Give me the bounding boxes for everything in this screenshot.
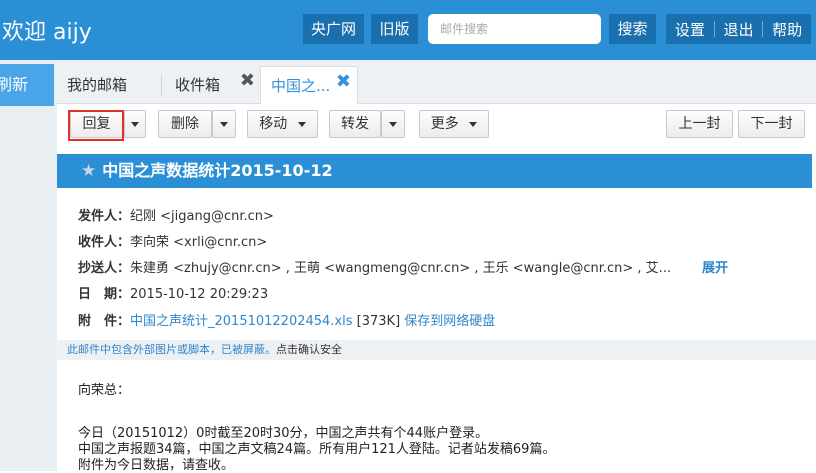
more-button[interactable]: 更多 — [419, 110, 489, 138]
mail-subject: 中国之声数据统计2015-10-12 — [102, 161, 333, 180]
prev-mail-button[interactable]: 上一封 — [666, 110, 733, 138]
to-row: 收件人：李向荣 <xrli@cnr.cn> — [78, 231, 267, 250]
tab-label: 我的邮箱 — [67, 76, 128, 94]
from-row: 发件人：纪刚 <jigang@cnr.cn> — [78, 205, 274, 224]
cc-label: 抄送人： — [78, 261, 131, 276]
tab-bar: 我的邮箱 收件箱 ✖ 中国之... ✖ — [57, 60, 816, 104]
forward-button[interactable]: 转发 — [329, 110, 381, 138]
chevron-down-icon — [469, 121, 478, 127]
cc-row: 抄送人：朱建勇 <zhujy@cnr.cn> , 王萌 <wangmeng@cn… — [78, 257, 671, 276]
more-label: 更多 — [430, 116, 459, 132]
divider — [161, 74, 162, 96]
to-value: 李向荣 <xrli@cnr.cn> — [130, 235, 268, 250]
attachment-row: 附 件：中国之声统计_20151012202454.xls [373K] 保存到… — [78, 310, 495, 329]
date-value: 2015-10-12 20:29:23 — [130, 287, 269, 302]
cc-value: 朱建勇 <zhujy@cnr.cn> , 王萌 <wangmeng@cnr.cn… — [130, 261, 672, 276]
save-to-disk-link[interactable]: 保存到网络硬盘 — [404, 314, 495, 329]
welcome-text: 欢迎 aijy — [2, 20, 92, 45]
delete-dropdown[interactable] — [212, 110, 236, 138]
top-header: 欢迎 aijy 央广网 旧版 搜索 设置 退出 帮助 — [0, 0, 816, 60]
blocked-content-notice: 此邮件中包含外部图片或脚本，已被屏蔽。点击确认安全 — [57, 340, 816, 360]
close-icon[interactable]: ✖ — [336, 63, 351, 101]
tab-label: 收件箱 — [175, 76, 221, 94]
mail-subject-bar: ★ 中国之声数据统计2015-10-12 — [57, 154, 812, 188]
close-icon[interactable]: ✖ — [240, 62, 255, 100]
to-label: 收件人： — [78, 235, 131, 250]
chevron-down-icon — [389, 121, 397, 127]
notice-text: 此邮件中包含外部图片或脚本，已被屏蔽。 — [67, 343, 276, 356]
date-row: 日 期：2015-10-12 20:29:23 — [78, 283, 268, 302]
move-label: 移动 — [259, 116, 288, 132]
reply-dropdown[interactable] — [124, 110, 146, 138]
left-sidebar — [0, 60, 57, 471]
reply-highlight-box — [68, 110, 124, 141]
star-icon[interactable]: ★ — [81, 161, 96, 181]
chevron-down-icon — [297, 121, 306, 127]
mail-toolbar: 回复 删除 移动 转发 更多 上一封 下一封 — [57, 104, 816, 148]
move-button[interactable]: 移动 — [247, 110, 318, 138]
tab-inbox[interactable]: 收件箱 ✖ — [165, 66, 261, 104]
date-label: 日 期： — [78, 287, 131, 302]
mail-search-input[interactable] — [428, 14, 601, 44]
refresh-button[interactable]: 刷新 — [0, 64, 54, 106]
tab-my-mailbox[interactable]: 我的邮箱 — [57, 66, 161, 104]
help-button[interactable]: 帮助 — [763, 19, 811, 40]
chevron-down-icon — [131, 121, 139, 127]
from-value: 纪刚 <jigang@cnr.cn> — [130, 209, 274, 224]
delete-button[interactable]: 删除 — [158, 110, 212, 138]
attachment-label: 附 件： — [78, 314, 131, 329]
search-button[interactable]: 搜索 — [609, 14, 656, 44]
confirm-safe-link[interactable]: 点击确认安全 — [276, 343, 342, 356]
logout-button[interactable]: 退出 — [715, 19, 763, 40]
forward-dropdown[interactable] — [381, 110, 405, 138]
settings-button[interactable]: 设置 — [666, 19, 714, 40]
from-label: 发件人： — [78, 209, 131, 224]
mail-greeting: 向荣总： — [78, 383, 131, 398]
attachment-size: [373K] — [356, 314, 401, 329]
cnr-button[interactable]: 央广网 — [303, 14, 364, 44]
chevron-down-icon — [220, 121, 228, 127]
header-actions: 设置 退出 帮助 — [666, 14, 811, 44]
tab-current-mail[interactable]: 中国之... ✖ — [260, 66, 358, 104]
attachment-link[interactable]: 中国之声统计_20151012202454.xls — [130, 314, 353, 329]
next-mail-button[interactable]: 下一封 — [738, 110, 805, 138]
tab-label: 中国之... — [271, 77, 331, 95]
expand-cc-link[interactable]: 展开 — [702, 257, 728, 276]
old-version-button[interactable]: 旧版 — [371, 14, 418, 44]
mail-body-line: 附件为今日数据，请查收。 — [78, 458, 235, 473]
